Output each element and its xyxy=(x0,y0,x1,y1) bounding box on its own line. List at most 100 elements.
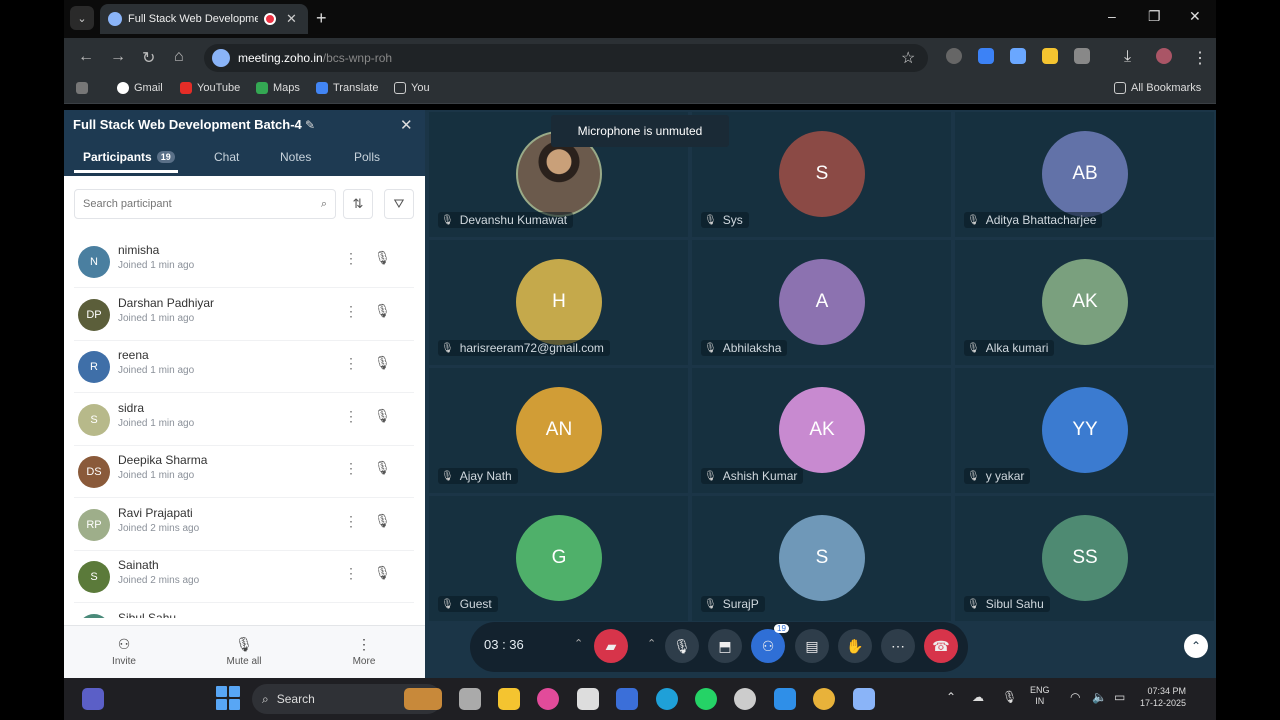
edit-pencil-icon[interactable]: ✎ xyxy=(305,118,315,132)
tab-search-button[interactable]: ⌄ xyxy=(70,6,94,30)
more-vertical-icon[interactable]: ⋮ xyxy=(344,460,358,477)
all-bookmarks-folder[interactable]: All Bookmarks xyxy=(1114,82,1201,94)
mic-muted-icon[interactable]: 🎙 xyxy=(374,408,391,424)
meeting-app-icon[interactable] xyxy=(853,688,875,710)
participant-row[interactable]: Ssidra Joined 1 min ago ⋮ 🎙 xyxy=(74,394,414,446)
tab-chat[interactable]: Chat xyxy=(214,150,239,164)
task-view-icon[interactable] xyxy=(459,688,481,710)
mic-tray-icon[interactable]: 🎙 xyxy=(1002,690,1017,704)
vscode-icon[interactable] xyxy=(774,688,796,710)
windows-start-icon[interactable] xyxy=(216,686,240,710)
participant-tile[interactable]: S 🎙 Sys xyxy=(692,112,951,237)
reload-icon[interactable]: ↻ xyxy=(142,48,155,68)
battery-icon[interactable]: ▭ xyxy=(1114,690,1125,704)
volume-icon[interactable]: 🔈 xyxy=(1092,690,1107,704)
chatgpt-icon[interactable] xyxy=(734,688,756,710)
download-icon[interactable]: ⤓ xyxy=(1124,48,1131,66)
participant-tile[interactable]: S 🎙 SurajP xyxy=(692,496,951,621)
end-call-button[interactable]: ☎ xyxy=(924,629,958,663)
site-info-icon[interactable] xyxy=(212,49,230,67)
tab-notes[interactable]: Notes xyxy=(280,150,311,164)
share-screen-button[interactable]: ⬒ xyxy=(708,629,742,663)
invite-button[interactable]: ⚇ Invite xyxy=(89,636,159,667)
participant-search[interactable]: ⌕ xyxy=(74,189,336,219)
active-tab[interactable]: Full Stack Web Development ✕ xyxy=(100,4,308,34)
microphone-button[interactable]: 🎙 xyxy=(665,629,699,663)
apps-grid-icon[interactable] xyxy=(76,82,88,94)
close-panel-icon[interactable]: ✕ xyxy=(400,116,413,134)
search-icon[interactable]: ⌕ xyxy=(321,198,327,211)
participant-tile[interactable]: AK 🎙 Alka kumari xyxy=(955,240,1214,365)
filter-button[interactable]: ⛛ xyxy=(384,189,414,219)
extension-icon[interactable] xyxy=(978,48,994,64)
mic-muted-icon[interactable]: 🎙 xyxy=(374,565,391,581)
sort-button[interactable]: ⇅ xyxy=(343,189,373,219)
tab-polls[interactable]: Polls xyxy=(354,150,380,164)
participant-tile[interactable]: AK 🎙 Ashish Kumar xyxy=(692,368,951,493)
participants-button[interactable]: ⚇ xyxy=(751,629,785,663)
tray-overflow-icon[interactable]: ⌃ xyxy=(946,690,956,704)
more-vertical-icon[interactable]: ⋮ xyxy=(344,565,358,582)
language-indicator[interactable]: ENG IN xyxy=(1030,685,1050,707)
bookmark-star-icon[interactable]: ☆ xyxy=(901,48,915,68)
bookmark-translate[interactable]: Translate xyxy=(316,82,378,94)
participant-row[interactable]: DP Darshan Padhiyar Joined 1 min ago ⋮ 🎙 xyxy=(74,289,414,341)
more-button[interactable]: ⋮ More xyxy=(329,636,399,667)
participant-tile[interactable]: A 🎙 Abhilaksha xyxy=(692,240,951,365)
chat-button[interactable]: ▤ xyxy=(795,629,829,663)
copilot-icon[interactable] xyxy=(537,688,559,710)
notepad-icon[interactable] xyxy=(577,688,599,710)
bookmark-gmail[interactable]: Gmail xyxy=(117,82,163,94)
forward-icon[interactable]: → xyxy=(110,48,126,66)
reactions-button[interactable]: ✋ xyxy=(838,629,872,663)
close-window-button[interactable]: ✕ xyxy=(1189,8,1201,25)
extensions-puzzle-icon[interactable] xyxy=(1074,48,1090,64)
video-options-chevron-icon[interactable]: ⌃ xyxy=(574,637,583,650)
tab-participants[interactable]: Participants 19 xyxy=(83,150,175,164)
browser-menu-icon[interactable]: ⋮ xyxy=(1192,48,1208,68)
bookmark-maps[interactable]: Maps xyxy=(256,82,300,94)
profile-avatar[interactable] xyxy=(1156,48,1172,64)
participant-tile[interactable]: YY 🎙 y yakar xyxy=(955,368,1214,493)
participant-tile[interactable]: AN 🎙 Ajay Nath xyxy=(429,368,688,493)
participant-tile[interactable]: H 🎙 harisreeram72@gmail.com xyxy=(429,240,688,365)
more-options-button[interactable]: ⋯ xyxy=(881,629,915,663)
restore-button[interactable]: ❐ xyxy=(1148,8,1161,25)
participant-row[interactable]: DS Deepika Sharma Joined 1 min ago ⋮ 🎙 xyxy=(74,446,414,498)
edge-icon[interactable] xyxy=(656,688,678,710)
editor-app-icon[interactable] xyxy=(616,688,638,710)
participant-tile[interactable]: SS 🎙 Sibul Sahu xyxy=(955,496,1214,621)
mic-muted-icon[interactable]: 🎙 xyxy=(374,250,391,266)
participant-row[interactable]: RP Ravi Prajapati Joined 2 mins ago ⋮ 🎙 xyxy=(74,499,414,551)
participant-row[interactable]: SSSibul Sahu⋮🎙 xyxy=(74,604,414,618)
participant-tile[interactable]: G 🎙 Guest xyxy=(429,496,688,621)
wifi-icon[interactable]: ◠ xyxy=(1070,690,1080,704)
more-vertical-icon[interactable]: ⋮ xyxy=(344,408,358,425)
mic-muted-icon[interactable]: 🎙 xyxy=(374,513,391,529)
mic-muted-icon[interactable]: 🎙 xyxy=(374,355,391,371)
extension-icon[interactable] xyxy=(1042,48,1058,64)
participant-tile[interactable]: AB 🎙 Aditya Bhattacharjee xyxy=(955,112,1214,237)
close-tab-icon[interactable]: ✕ xyxy=(286,11,297,27)
clock[interactable]: 07:34 PM 17-12-2025 xyxy=(1140,685,1186,709)
address-bar[interactable]: meeting.zoho.in /bcs-wnp-roh xyxy=(204,44,928,72)
collapse-controls-button[interactable]: ⌃ xyxy=(1184,634,1208,658)
widgets-icon[interactable] xyxy=(82,688,104,710)
new-tab-button[interactable]: + xyxy=(316,8,327,29)
audio-options-chevron-icon[interactable]: ⌃ xyxy=(647,637,656,650)
home-icon[interactable]: ⌂ xyxy=(174,48,184,66)
mic-muted-icon[interactable]: 🎙 xyxy=(374,303,391,319)
whatsapp-icon[interactable] xyxy=(695,688,717,710)
mic-muted-icon[interactable]: 🎙 xyxy=(374,460,391,476)
more-vertical-icon[interactable]: ⋮ xyxy=(344,355,358,372)
participant-row[interactable]: Nnimisha Joined 1 min ago ⋮ 🎙 xyxy=(74,236,414,288)
mute-all-button[interactable]: 🎙 Mute all xyxy=(209,636,279,667)
back-icon[interactable]: ← xyxy=(78,48,94,66)
extension-icon[interactable] xyxy=(946,48,962,64)
more-vertical-icon[interactable]: ⋮ xyxy=(344,250,358,267)
more-vertical-icon[interactable]: ⋮ xyxy=(344,303,358,320)
extension-icon[interactable] xyxy=(1010,48,1026,64)
search-input[interactable] xyxy=(83,198,283,210)
more-vertical-icon[interactable]: ⋮ xyxy=(344,513,358,530)
minimize-button[interactable]: – xyxy=(1108,8,1116,24)
